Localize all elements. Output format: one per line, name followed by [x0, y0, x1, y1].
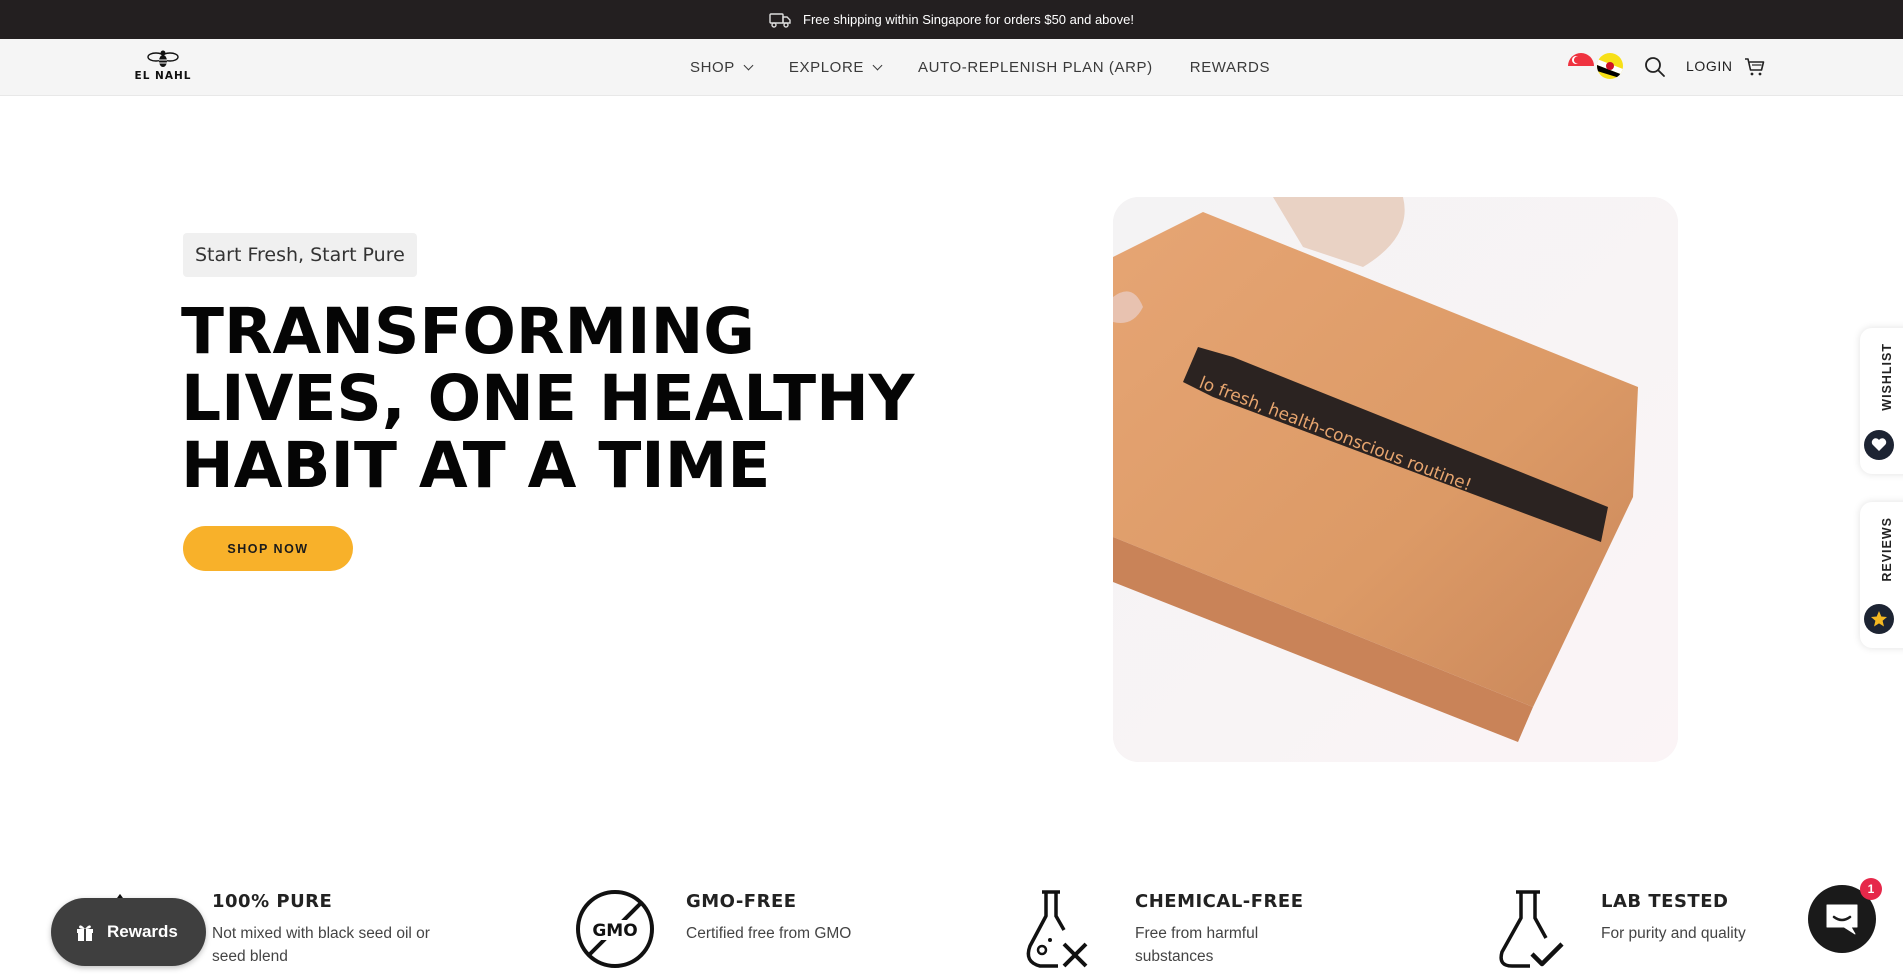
hero-title-line: LIVES, ONE HEALTHY	[181, 362, 915, 435]
nav-label: EXPLORE	[788, 59, 864, 76]
nav-item-explore[interactable]: EXPLORE	[788, 59, 883, 76]
flask-x-icon	[1026, 890, 1088, 968]
nav-item-arp[interactable]: AUTO-REPLENISH PLAN (ARP)	[918, 59, 1153, 76]
hero-title: TRANSFORMING LIVES, ONE HEALTHY HABIT AT…	[181, 298, 981, 499]
gift-icon	[77, 925, 93, 941]
feature-title: 100% PURE	[212, 891, 333, 912]
chat-unread-badge: 1	[1860, 878, 1882, 900]
announcement-text: Free shipping within Singapore for order…	[803, 12, 1134, 27]
flask-check-icon	[1499, 890, 1564, 968]
site-header: EL NAHL SHOP EXPLORE AUTO-REPLENISH PLAN…	[0, 39, 1903, 96]
cart-icon[interactable]	[1743, 55, 1767, 79]
reviews-label: REVIEWS	[1880, 517, 1894, 582]
chevron-down-icon	[743, 60, 754, 71]
shop-now-button[interactable]: SHOP NOW	[183, 526, 353, 571]
feature-title: LAB TESTED	[1601, 891, 1729, 912]
rewards-label: Rewards	[107, 922, 178, 941]
gmo-free-icon: GMO	[576, 890, 654, 968]
feature-desc: Free from harmful substances	[1135, 925, 1259, 965]
feature-title: GMO-FREE	[686, 891, 797, 912]
chevron-down-icon	[872, 60, 883, 71]
star-icon	[1864, 604, 1894, 634]
feature-desc: Not mixed with black seed oil or seed bl…	[212, 925, 430, 965]
search-icon[interactable]	[1643, 55, 1667, 79]
feature-desc: Certified free from GMO	[686, 925, 852, 942]
logo-text: EL NAHL	[134, 70, 192, 82]
logo[interactable]: EL NAHL	[134, 49, 192, 87]
heart-icon	[1864, 430, 1894, 460]
reviews-tab[interactable]: REVIEWS	[1860, 502, 1903, 648]
nav-label: REWARDS	[1189, 59, 1271, 76]
truck-icon	[769, 12, 791, 28]
main-nav: SHOP EXPLORE AUTO-REPLENISH PLAN (ARP) R…	[690, 39, 1307, 96]
singapore-flag-icon[interactable]	[1568, 53, 1594, 79]
hero-title-line: TRANSFORMING	[181, 295, 756, 368]
nav-label: SHOP	[690, 59, 735, 76]
brunei-flag-icon[interactable]	[1597, 53, 1623, 79]
wishlist-tab[interactable]: WISHLIST	[1860, 328, 1903, 474]
chat-icon	[1826, 904, 1858, 935]
gmo-icon-text: GMO	[592, 921, 637, 941]
nav-item-rewards[interactable]: REWARDS	[1190, 59, 1270, 76]
nav-label: AUTO-REPLENISH PLAN (ARP)	[917, 59, 1153, 76]
hero-title-line: HABIT AT A TIME	[181, 429, 771, 502]
hero-tagline: Start Fresh, Start Pure	[183, 233, 417, 277]
announcement-bar: Free shipping within Singapore for order…	[0, 0, 1903, 39]
nav-item-shop[interactable]: SHOP	[690, 59, 754, 76]
rewards-launcher-button[interactable]: Rewards	[51, 898, 206, 966]
feature-title: CHEMICAL-FREE	[1135, 891, 1304, 912]
login-link[interactable]: LOGIN	[1686, 58, 1733, 74]
wishlist-label: WISHLIST	[1880, 343, 1894, 411]
bee-logo-icon	[147, 50, 179, 67]
hero-image: lo fresh, health-conscious routine!	[1113, 197, 1678, 762]
